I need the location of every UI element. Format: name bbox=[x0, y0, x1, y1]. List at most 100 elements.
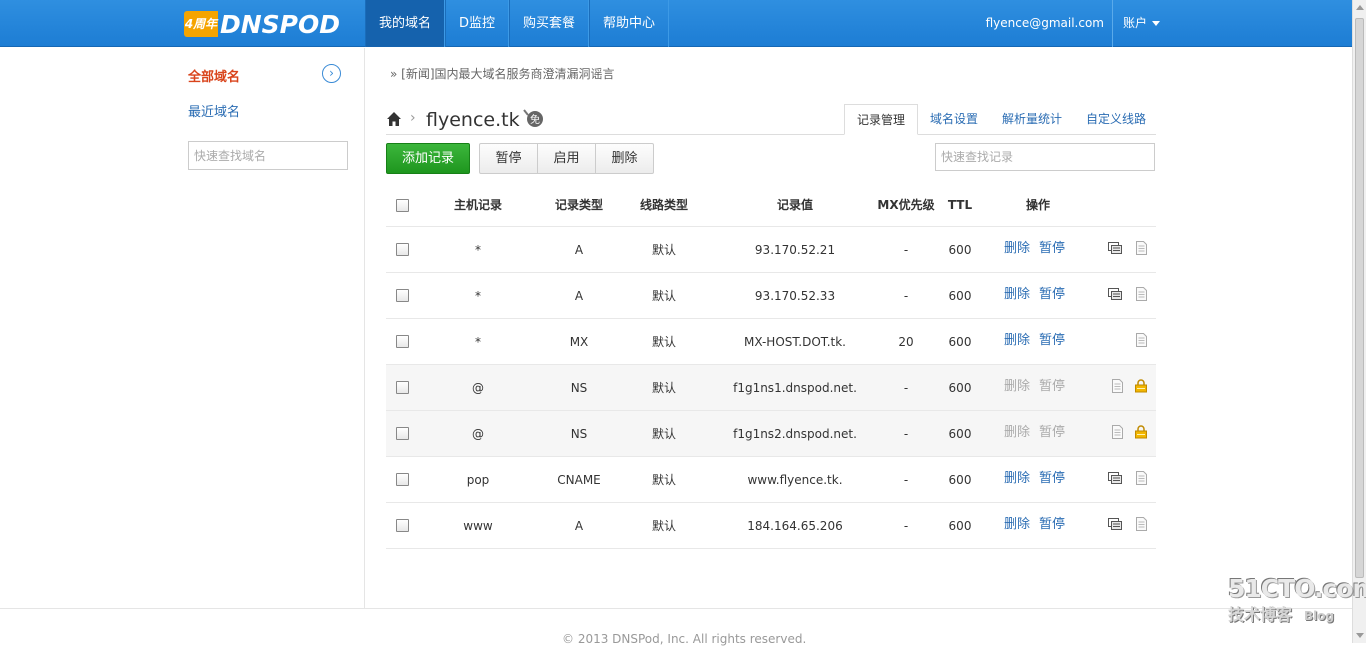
cell-type[interactable]: A bbox=[539, 273, 619, 319]
row-pause-link[interactable]: 暂停 bbox=[1039, 227, 1065, 271]
cell-type[interactable]: CNAME bbox=[539, 457, 619, 503]
sidebar-item-all-domains[interactable]: 全部域名 bbox=[188, 66, 240, 85]
note-icon[interactable] bbox=[1134, 517, 1148, 531]
cell-value[interactable]: MX-HOST.DOT.tk. bbox=[695, 319, 895, 365]
cell-type[interactable]: NS bbox=[539, 365, 619, 411]
row-pause-link[interactable]: 暂停 bbox=[1039, 273, 1065, 317]
row-checkbox[interactable] bbox=[396, 427, 409, 440]
row-delete-link[interactable]: 删除 bbox=[1004, 457, 1030, 501]
row-pause-link[interactable]: 暂停 bbox=[1039, 503, 1065, 547]
row-checkbox[interactable] bbox=[396, 519, 409, 532]
cell-value[interactable]: f1g1ns2.dnspod.net. bbox=[695, 411, 895, 457]
row-delete-link[interactable]: 删除 bbox=[1004, 273, 1030, 317]
cell-line[interactable]: 默认 bbox=[624, 457, 704, 503]
cell-line[interactable]: 默认 bbox=[624, 365, 704, 411]
cell-ttl[interactable]: 600 bbox=[940, 365, 980, 411]
cell-mx[interactable]: - bbox=[866, 457, 946, 503]
row-checkbox[interactable] bbox=[396, 473, 409, 486]
remark-icon[interactable] bbox=[1108, 287, 1122, 301]
row-delete-link[interactable]: 删除 bbox=[1004, 319, 1030, 363]
cell-mx[interactable]: - bbox=[866, 227, 946, 273]
remark-icon[interactable] bbox=[1108, 241, 1122, 255]
vertical-scrollbar[interactable] bbox=[1352, 0, 1366, 643]
row-pause-link[interactable]: 暂停 bbox=[1039, 457, 1065, 501]
note-icon[interactable] bbox=[1110, 379, 1124, 393]
note-icon[interactable] bbox=[1134, 333, 1148, 347]
cell-line[interactable]: 默认 bbox=[624, 319, 704, 365]
cell-value[interactable]: 184.164.65.206 bbox=[695, 503, 895, 549]
tab-query-stats[interactable]: 解析量统计 bbox=[990, 104, 1074, 135]
note-icon[interactable] bbox=[1134, 287, 1148, 301]
cell-mx[interactable]: 20 bbox=[866, 319, 946, 365]
cell-type[interactable]: NS bbox=[539, 411, 619, 457]
cell-mx[interactable]: - bbox=[866, 503, 946, 549]
nav-help-center[interactable]: 帮助中心 bbox=[589, 0, 670, 47]
enable-button[interactable]: 启用 bbox=[537, 143, 596, 174]
table-row: www A 默认 184.164.65.206-600 删除 暂停 bbox=[386, 503, 1156, 549]
cell-ttl[interactable]: 600 bbox=[940, 411, 980, 457]
anniversary-badge: 4周年 bbox=[184, 11, 218, 37]
cell-ttl[interactable]: 600 bbox=[940, 503, 980, 549]
nav-my-domains[interactable]: 我的域名 bbox=[365, 0, 446, 47]
caret-down-icon bbox=[1152, 21, 1160, 26]
tab-record-management[interactable]: 记录管理 bbox=[844, 104, 919, 135]
cell-line[interactable]: 默认 bbox=[624, 411, 704, 457]
home-icon[interactable] bbox=[386, 111, 402, 127]
tab-custom-lines[interactable]: 自定义线路 bbox=[1074, 104, 1158, 135]
row-delete-link[interactable]: 删除 bbox=[1004, 503, 1030, 547]
user-email[interactable]: flyence@gmail.com bbox=[986, 0, 1104, 47]
pause-button[interactable]: 暂停 bbox=[479, 143, 538, 174]
note-icon[interactable] bbox=[1110, 425, 1124, 439]
cell-ttl[interactable]: 600 bbox=[940, 319, 980, 365]
cell-host[interactable]: pop bbox=[438, 457, 518, 503]
cell-line[interactable]: 默认 bbox=[624, 227, 704, 273]
cell-host[interactable]: * bbox=[438, 227, 518, 273]
cell-value[interactable]: 93.170.52.33 bbox=[695, 273, 895, 319]
scroll-down-icon[interactable] bbox=[1356, 633, 1364, 638]
cell-mx[interactable]: - bbox=[866, 411, 946, 457]
delete-button[interactable]: 删除 bbox=[595, 143, 654, 174]
cell-ttl[interactable]: 600 bbox=[940, 457, 980, 503]
account-menu[interactable]: 账户 bbox=[1111, 0, 1160, 47]
cell-host[interactable]: * bbox=[438, 273, 518, 319]
news-link[interactable]: » [新闻]国内最大域名服务商澄清漏洞谣言 bbox=[390, 65, 615, 82]
row-delete-link[interactable]: 删除 bbox=[1004, 227, 1030, 271]
add-record-button[interactable]: 添加记录 bbox=[386, 143, 470, 174]
cell-value[interactable]: 93.170.52.21 bbox=[695, 227, 895, 273]
cell-host[interactable]: @ bbox=[438, 365, 518, 411]
dnspod-logo[interactable]: 4周年 DNSPOD bbox=[184, 9, 340, 39]
note-icon[interactable] bbox=[1134, 241, 1148, 255]
cell-value[interactable]: www.flyence.tk. bbox=[695, 457, 895, 503]
cell-type[interactable]: MX bbox=[539, 319, 619, 365]
cell-mx[interactable]: - bbox=[866, 273, 946, 319]
tab-domain-settings[interactable]: 域名设置 bbox=[918, 104, 990, 135]
select-all-checkbox[interactable] bbox=[396, 199, 409, 212]
note-icon[interactable] bbox=[1134, 471, 1148, 485]
cell-line[interactable]: 默认 bbox=[624, 503, 704, 549]
scroll-up-icon[interactable] bbox=[1356, 5, 1364, 10]
cell-type[interactable]: A bbox=[539, 227, 619, 273]
scroll-thumb[interactable] bbox=[1355, 18, 1364, 578]
row-checkbox[interactable] bbox=[396, 381, 409, 394]
cell-host[interactable]: www bbox=[438, 503, 518, 549]
cell-mx[interactable]: - bbox=[866, 365, 946, 411]
row-pause-link[interactable]: 暂停 bbox=[1039, 319, 1065, 363]
cell-line[interactable]: 默认 bbox=[624, 273, 704, 319]
record-search-input[interactable] bbox=[935, 143, 1155, 171]
cell-host[interactable]: @ bbox=[438, 411, 518, 457]
cell-value[interactable]: f1g1ns1.dnspod.net. bbox=[695, 365, 895, 411]
cell-type[interactable]: A bbox=[539, 503, 619, 549]
row-checkbox[interactable] bbox=[396, 335, 409, 348]
domain-search-input[interactable] bbox=[188, 141, 348, 170]
remark-icon[interactable] bbox=[1108, 517, 1122, 531]
sidebar-item-recent-domains[interactable]: 最近域名 bbox=[188, 101, 240, 120]
cell-ttl[interactable]: 600 bbox=[940, 227, 980, 273]
remark-icon[interactable] bbox=[1108, 471, 1122, 485]
cell-host[interactable]: * bbox=[438, 319, 518, 365]
cell-ttl[interactable]: 600 bbox=[940, 273, 980, 319]
nav-buy-plan[interactable]: 购买套餐 bbox=[509, 0, 590, 47]
row-checkbox[interactable] bbox=[396, 243, 409, 256]
chevron-right-circle-icon[interactable]: › bbox=[322, 64, 341, 83]
nav-d-monitor[interactable]: D监控 bbox=[445, 0, 510, 47]
row-checkbox[interactable] bbox=[396, 289, 409, 302]
